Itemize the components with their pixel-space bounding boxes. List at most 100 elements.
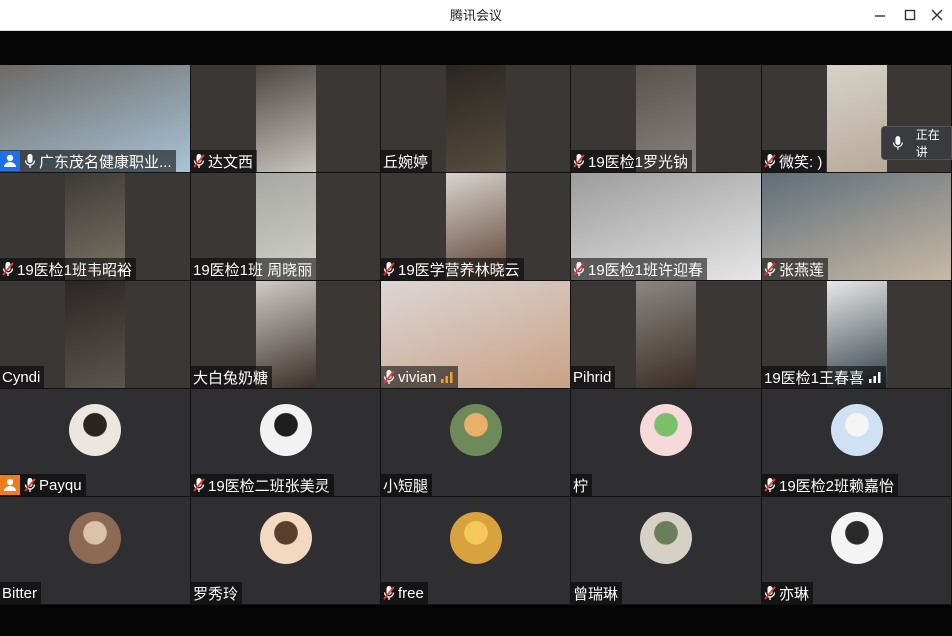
participant-nameplate: 张燕莲: [762, 258, 829, 280]
participant-tile[interactable]: 小短腿: [381, 389, 571, 497]
participant-tile[interactable]: Bitter: [0, 497, 191, 605]
avatar: [69, 512, 121, 564]
participant-name: 19医检1罗光钠: [588, 153, 689, 171]
microphone-muted-icon: [382, 584, 396, 602]
signal-bars-icon: [868, 370, 882, 384]
avatar: [259, 512, 312, 564]
video-feed: [255, 65, 316, 172]
participant-name: vivian: [398, 368, 437, 386]
avatar: [69, 404, 121, 456]
bottom-bar: [0, 605, 952, 636]
microphone-muted-icon: [1, 260, 15, 278]
participant-tile[interactable]: 19医检二班张美灵: [191, 389, 381, 497]
participant-name: 小短腿: [383, 477, 429, 495]
participant-name: free: [398, 584, 424, 602]
participant-nameplate: 亦琳: [762, 582, 814, 604]
speaking-label: 正在讲: [915, 128, 940, 159]
participant-nameplate: Bitter: [0, 582, 42, 604]
avatar: [830, 404, 883, 456]
microphone-muted-icon: [192, 152, 206, 170]
maximize-icon[interactable]: [901, 6, 919, 24]
participant-tile[interactable]: free: [381, 497, 571, 605]
microphone-muted-icon: [382, 368, 396, 386]
window-title: 腾讯会议: [449, 8, 502, 23]
participant-name: 达文西: [208, 153, 254, 171]
minimize-icon[interactable]: [871, 6, 889, 24]
participant-nameplate: 19医检1班韦昭裕: [0, 258, 137, 280]
speaking-indicator[interactable]: 正在讲: [881, 126, 952, 160]
participant-tile[interactable]: 广东茂名健康职业...: [0, 65, 191, 173]
participant-nameplate: 大白兔奶糖: [191, 366, 273, 388]
avatar: [640, 512, 692, 564]
participant-tile[interactable]: 曾瑞琳: [571, 497, 762, 605]
participant-name: 曾瑞琳: [573, 585, 619, 603]
top-bar: [0, 31, 952, 65]
participant-name: 19医检二班张美灵: [208, 477, 330, 495]
participant-tile[interactable]: Cyndi: [0, 281, 191, 389]
video-feed: [636, 281, 696, 388]
participant-tile[interactable]: 柠: [571, 389, 762, 497]
participant-tile[interactable]: 丘婉婷: [381, 65, 571, 173]
participant-nameplate: 19医检1班许迎春: [571, 258, 708, 280]
participant-nameplate: 19医检2班赖嘉怡: [762, 474, 899, 496]
participant-nameplate: free: [381, 582, 428, 604]
participant-name: Cyndi: [2, 368, 41, 386]
participant-nameplate: 达文西: [191, 150, 258, 172]
participant-name: 丘婉婷: [383, 153, 429, 171]
participant-name: 大白兔奶糖: [193, 369, 269, 387]
window-titlebar: 腾讯会议: [0, 0, 952, 31]
microphone-muted-icon: [572, 152, 586, 170]
participant-tile[interactable]: 大白兔奶糖: [191, 281, 381, 389]
participant-tile[interactable]: 19医检1王春喜: [762, 281, 952, 389]
microphone-icon: [23, 152, 37, 170]
avatar: [449, 404, 502, 456]
participant-nameplate: 曾瑞琳: [571, 582, 623, 604]
participant-name: 张燕莲: [779, 261, 825, 279]
participant-name: Pihrid: [573, 368, 612, 386]
participant-tile[interactable]: Payqu: [0, 389, 191, 497]
microphone-icon: [892, 136, 903, 150]
participant-nameplate: 柠: [571, 474, 593, 496]
participant-nameplate: 19医检1罗光钠: [571, 150, 693, 172]
microphone-muted-icon: [763, 476, 777, 494]
signal-bars-icon: [440, 370, 454, 384]
participant-nameplate: 小短腿: [381, 474, 433, 496]
participant-tile[interactable]: 19医学营养林晓云: [381, 173, 571, 281]
microphone-muted-icon: [763, 152, 777, 170]
participant-tile[interactable]: 达文西: [191, 65, 381, 173]
avatar: [259, 404, 312, 456]
participant-tile[interactable]: vivian: [381, 281, 571, 389]
microphone-muted-icon: [763, 584, 777, 602]
user-host-icon: [0, 475, 20, 495]
close-icon[interactable]: [928, 6, 946, 24]
participant-tile[interactable]: Pihrid: [571, 281, 762, 389]
participant-tile[interactable]: 19医检1班 周晓丽: [191, 173, 381, 281]
participant-name: 19医检1班许迎春: [588, 261, 704, 279]
participant-tile[interactable]: 张燕莲: [762, 173, 952, 281]
participant-nameplate: 丘婉婷: [381, 150, 433, 172]
avatar: [640, 404, 692, 456]
participant-name: Bitter: [2, 584, 38, 602]
participant-nameplate: 罗秀玲: [191, 582, 243, 604]
participant-tile[interactable]: 19医检1班韦昭裕: [0, 173, 191, 281]
video-feed: [445, 65, 506, 172]
participant-tile[interactable]: 19医检1班许迎春: [571, 173, 762, 281]
participant-name: 罗秀玲: [193, 585, 239, 603]
participant-tile[interactable]: 19医检2班赖嘉怡: [762, 389, 952, 497]
participant-tile[interactable]: 罗秀玲: [191, 497, 381, 605]
participant-nameplate: 微笑: ): [762, 150, 827, 172]
user-host-icon: [0, 151, 20, 171]
participant-name: 广东茂名健康职业...: [39, 153, 172, 171]
participant-name: 19医检1班 周晓丽: [193, 261, 313, 279]
participant-name: 柠: [573, 477, 589, 495]
participant-tile[interactable]: 19医检1罗光钠: [571, 65, 762, 173]
participant-nameplate: Payqu: [0, 474, 86, 496]
participant-nameplate: 19医学营养林晓云: [381, 258, 524, 280]
participant-nameplate: vivian: [381, 366, 459, 388]
participant-nameplate: 19医检1王春喜: [762, 366, 887, 388]
participant-tile[interactable]: 亦琳: [762, 497, 952, 605]
microphone-muted-icon: [382, 260, 396, 278]
participant-grid: 广东茂名健康职业... 达文西 丘婉婷 19医检1罗光钠 微笑: ) 19医检1班…: [0, 65, 952, 605]
microphone-muted-icon: [192, 476, 206, 494]
avatar: [830, 512, 883, 564]
